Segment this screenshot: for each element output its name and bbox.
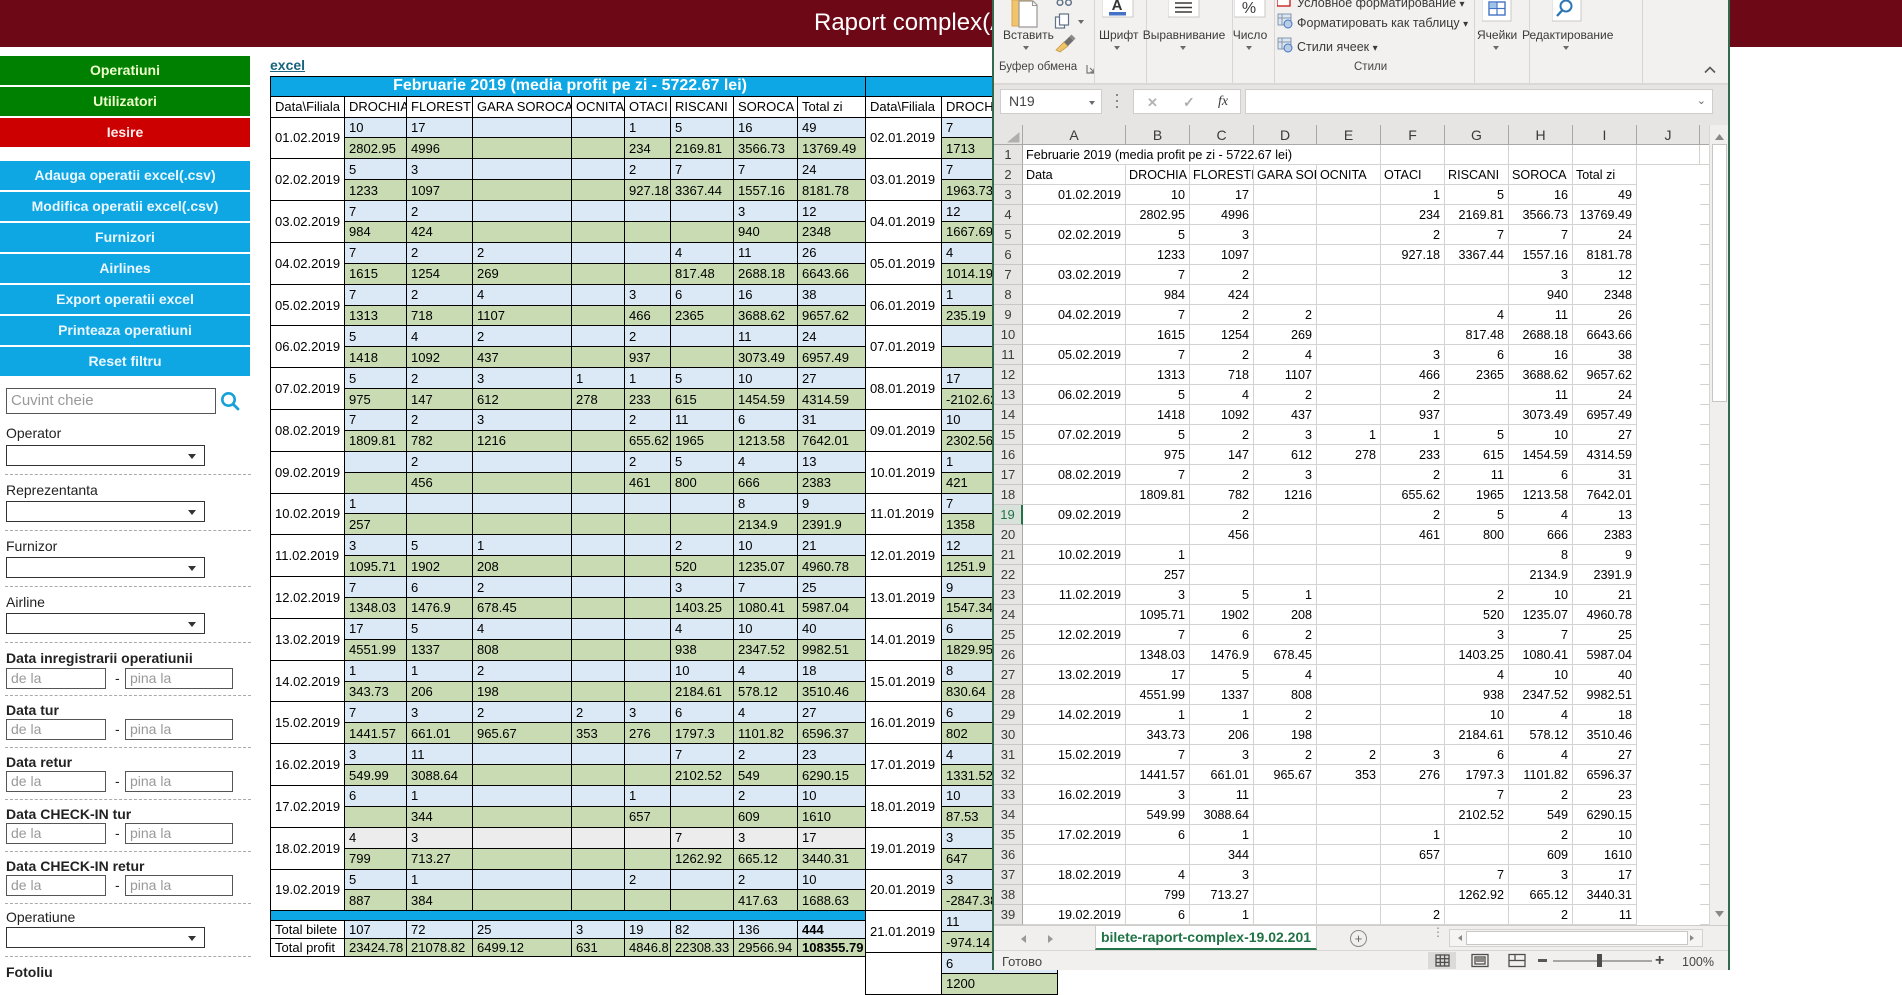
svg-text:%: % bbox=[1242, 0, 1256, 17]
svg-text:А: А bbox=[1112, 0, 1123, 14]
